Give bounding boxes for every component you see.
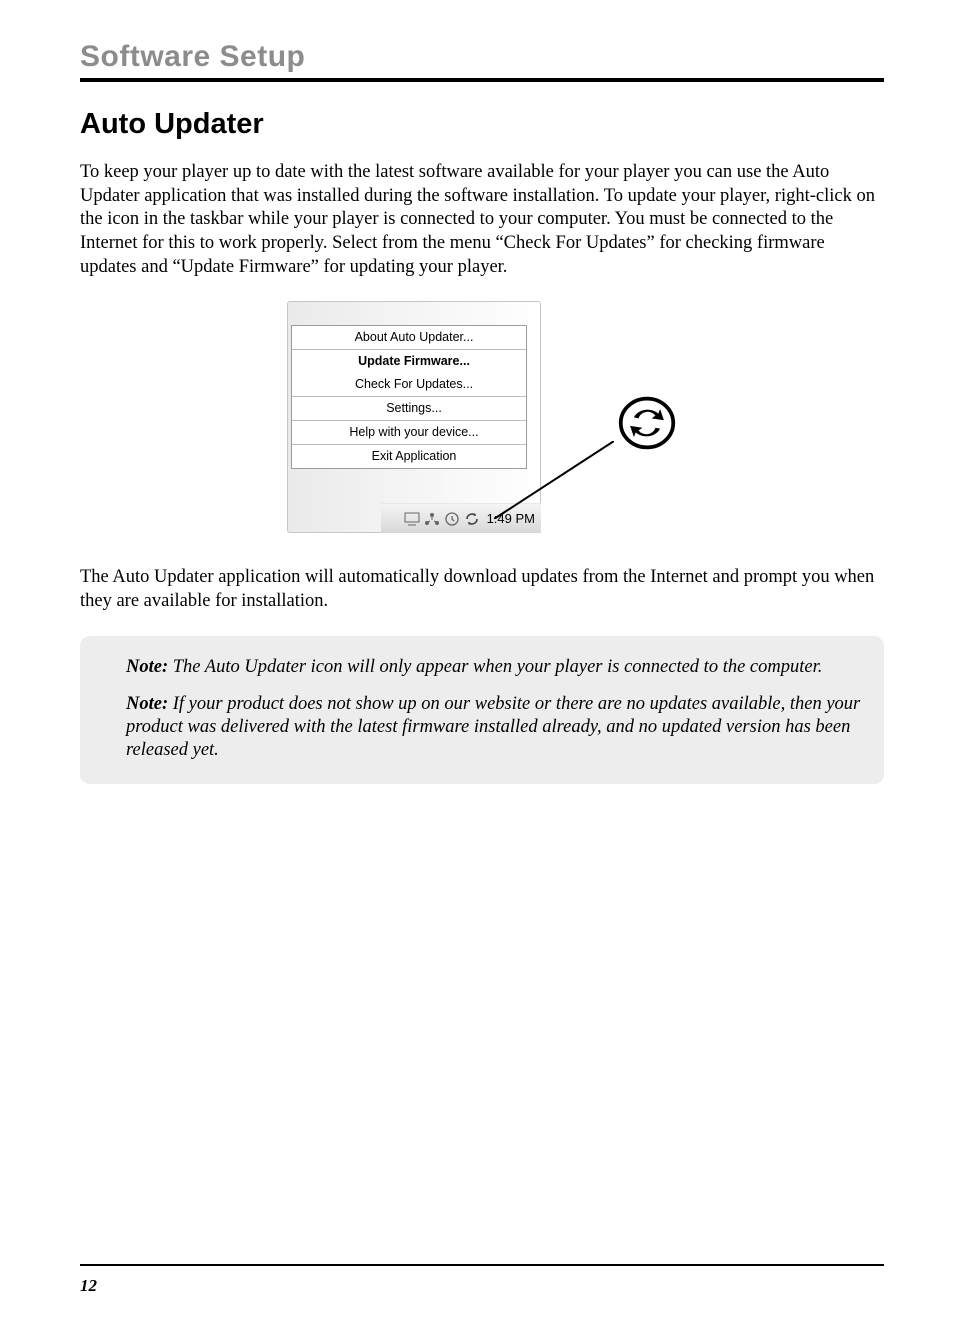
menu-item-about[interactable]: About Auto Updater... — [292, 326, 526, 349]
menu-item-help[interactable]: Help with your device... — [292, 421, 526, 444]
footer: 12 — [80, 1264, 884, 1296]
callout-line — [494, 441, 614, 519]
page-number: 12 — [80, 1276, 97, 1295]
note-label: Note: — [126, 657, 168, 677]
sync-icon-large — [617, 393, 677, 453]
context-menu: About Auto Updater... Update Firmware...… — [291, 325, 527, 469]
menu-item-exit[interactable]: Exit Application — [292, 445, 526, 468]
note-box: Note: The Auto Updater icon will only ap… — [80, 636, 884, 785]
note-2: Note: If your product does not show up o… — [126, 693, 862, 762]
section-header: Software Setup — [80, 40, 884, 74]
page-title: Auto Updater — [80, 108, 884, 141]
paragraph-after-figure: The Auto Updater application will automa… — [80, 566, 884, 613]
screenshot-figure: About Auto Updater... Update Firmware...… — [80, 301, 884, 538]
note-label: Note: — [126, 694, 168, 714]
intro-paragraph: To keep your player up to date with the … — [80, 161, 884, 279]
note-body-text: If your product does not show up on our … — [126, 694, 860, 760]
computer-icon[interactable] — [403, 510, 421, 528]
note-1: Note: The Auto Updater icon will only ap… — [126, 656, 862, 679]
menu-item-check-updates[interactable]: Check For Updates... — [292, 373, 526, 396]
note-body-text: The Auto Updater icon will only appear w… — [173, 657, 823, 677]
header-divider — [80, 78, 884, 82]
menu-item-settings[interactable]: Settings... — [292, 397, 526, 420]
network-icon[interactable] — [423, 510, 441, 528]
sync-icon[interactable] — [463, 510, 481, 528]
menu-item-update-firmware[interactable]: Update Firmware... — [292, 350, 526, 373]
footer-divider — [80, 1264, 884, 1266]
volume-icon[interactable] — [443, 510, 461, 528]
